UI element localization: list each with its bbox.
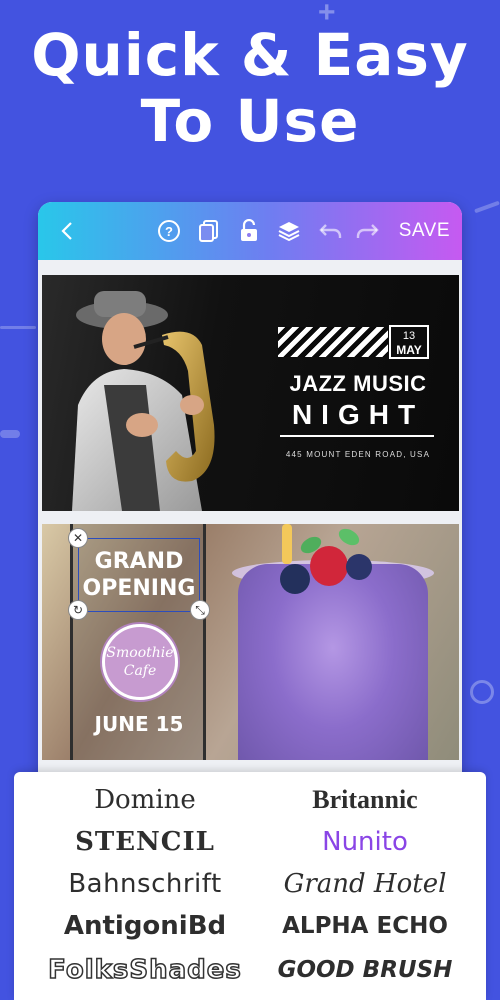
phone-mockup: ? SAVE 13 MAY JAZZ MUSIC NIGHT 445 MOUNT…: [38, 202, 462, 802]
decorative-line: [0, 326, 36, 329]
rotate-icon[interactable]: ↻: [68, 600, 88, 620]
help-icon[interactable]: ?: [154, 202, 184, 260]
font-option-nunito[interactable]: Nunito: [260, 826, 470, 858]
decorative-circle: [470, 680, 494, 704]
badge-line-1: Smoothie: [106, 645, 174, 661]
headline-line-2: To Use: [140, 87, 360, 155]
font-option-stencil[interactable]: STENCIL: [40, 826, 250, 858]
font-option-domine[interactable]: Domine: [40, 784, 250, 816]
event-date-month: MAY: [396, 343, 422, 357]
undo-icon[interactable]: [316, 202, 346, 260]
page-headline: Quick & Easy To Use: [0, 22, 500, 154]
event-date-day: 13: [402, 330, 416, 342]
font-option-grand-hotel[interactable]: Grand Hotel: [260, 868, 470, 900]
font-option-alpha-echo[interactable]: ALPHA ECHO: [260, 910, 470, 942]
decorative-line: [474, 200, 500, 214]
event-subtitle: NIGHT: [291, 399, 425, 430]
chevron-left-icon[interactable]: [52, 202, 82, 260]
decorative-line: [0, 430, 20, 438]
decorative-stripes: [278, 327, 388, 357]
font-option-britannic[interactable]: Britannic: [260, 784, 470, 816]
editor-toolbar: ? SAVE: [38, 202, 462, 260]
font-picker-panel: Domine Britannic STENCIL Nunito Bahnschr…: [14, 772, 486, 1000]
saxophone-player-image: [72, 291, 215, 511]
font-option-folksshades[interactable]: FolksShades: [40, 954, 250, 986]
close-icon[interactable]: ✕: [68, 528, 88, 548]
grand-opening-text[interactable]: GRAND OPENING: [78, 548, 200, 602]
template-card-jazz[interactable]: 13 MAY JAZZ MUSIC NIGHT 445 MOUNT EDEN R…: [42, 275, 459, 511]
blueberry: [346, 554, 372, 580]
layers-icon[interactable]: [274, 202, 304, 260]
lock-icon[interactable]: [234, 202, 264, 260]
straw: [282, 524, 292, 564]
headline-line-1: Quick & Easy: [31, 21, 469, 89]
event-date-box: 13 MAY: [389, 325, 429, 359]
redo-icon[interactable]: [352, 202, 382, 260]
divider: [280, 435, 434, 437]
mint-leaf: [335, 525, 363, 549]
template-card-smoothie[interactable]: GRAND OPENING ✕ ↻ ⤡ Smoothie Cafe JUNE 1…: [42, 524, 459, 760]
smoothie-cafe-badge: Smoothie Cafe: [102, 624, 178, 700]
opening-date-text: JUNE 15: [94, 712, 184, 736]
save-button[interactable]: SAVE: [399, 202, 450, 260]
svg-text:?: ?: [165, 224, 173, 239]
event-address: 445 MOUNT EDEN ROAD, USA: [285, 450, 431, 459]
font-option-bahnschrift[interactable]: Bahnschrift: [40, 868, 250, 900]
copy-icon[interactable]: [194, 202, 224, 260]
badge-line-2: Cafe: [123, 663, 157, 679]
event-title: JAZZ MUSIC: [289, 371, 427, 396]
resize-icon[interactable]: ⤡: [190, 600, 210, 620]
raspberry: [310, 546, 348, 586]
smoothie-glass-image: [238, 564, 428, 760]
font-option-antigonibd[interactable]: AntigoniBd: [40, 910, 250, 942]
font-option-good-brush[interactable]: GOOD BRUSH: [260, 954, 470, 986]
blueberry: [280, 564, 310, 594]
